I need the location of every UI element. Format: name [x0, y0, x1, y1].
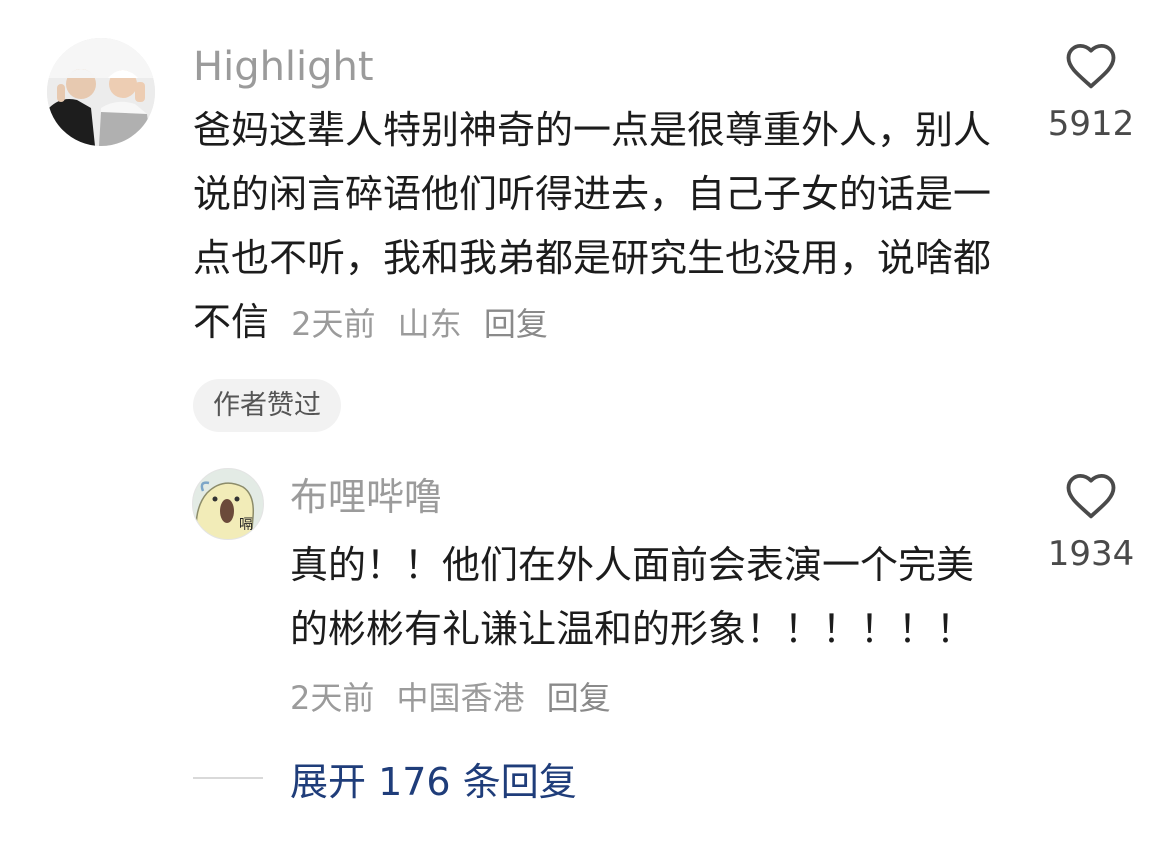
reply-meta: 2天前 中国香港 回复	[290, 672, 623, 724]
comment-meta: 2天前 山东 回复	[291, 305, 560, 343]
user-avatar[interactable]	[47, 38, 155, 146]
heart-outline-icon	[1066, 473, 1116, 519]
author-liked-badge: 作者赞过	[193, 379, 341, 432]
comment-text[interactable]: 爸妈这辈人特别神奇的一点是很尊重外人，别人说的闲言碎语他们听得进去，自己子女的话…	[193, 98, 993, 356]
reply-reply-button[interactable]: 回复	[547, 679, 611, 717]
comment-location: 山东	[397, 305, 462, 343]
comment-time: 2天前	[291, 305, 376, 343]
avatar-hiccup-text: 嗝	[239, 517, 253, 533]
comment-like-button[interactable]: 5912	[1031, 40, 1151, 144]
expand-replies-label[interactable]: 展开 176 条回复	[290, 751, 577, 806]
reply-time: 2天前	[290, 679, 375, 717]
reply-like-button[interactable]: 1934	[1031, 470, 1151, 574]
comment-like-count: 5912	[1047, 104, 1135, 144]
avatar-cartoon: 嗝	[193, 469, 263, 539]
divider	[193, 777, 263, 779]
reply-user-avatar[interactable]: 嗝	[192, 468, 264, 540]
reply-location: 中国香港	[396, 679, 525, 717]
reply-username[interactable]: 布哩哔噜	[290, 473, 442, 521]
heart-outline-icon	[1066, 43, 1116, 89]
expand-replies[interactable]: 展开 176 条回复	[193, 752, 577, 804]
comment-username[interactable]: Highlight	[193, 43, 374, 91]
reply-text[interactable]: 真的！！他们在外人面前会表演一个完美的彬彬有礼谦让温和的形象！！！！！！	[290, 533, 990, 661]
comment-reply-button[interactable]: 回复	[484, 305, 548, 343]
avatar-photo	[47, 38, 155, 146]
reply-like-count: 1934	[1047, 534, 1135, 574]
